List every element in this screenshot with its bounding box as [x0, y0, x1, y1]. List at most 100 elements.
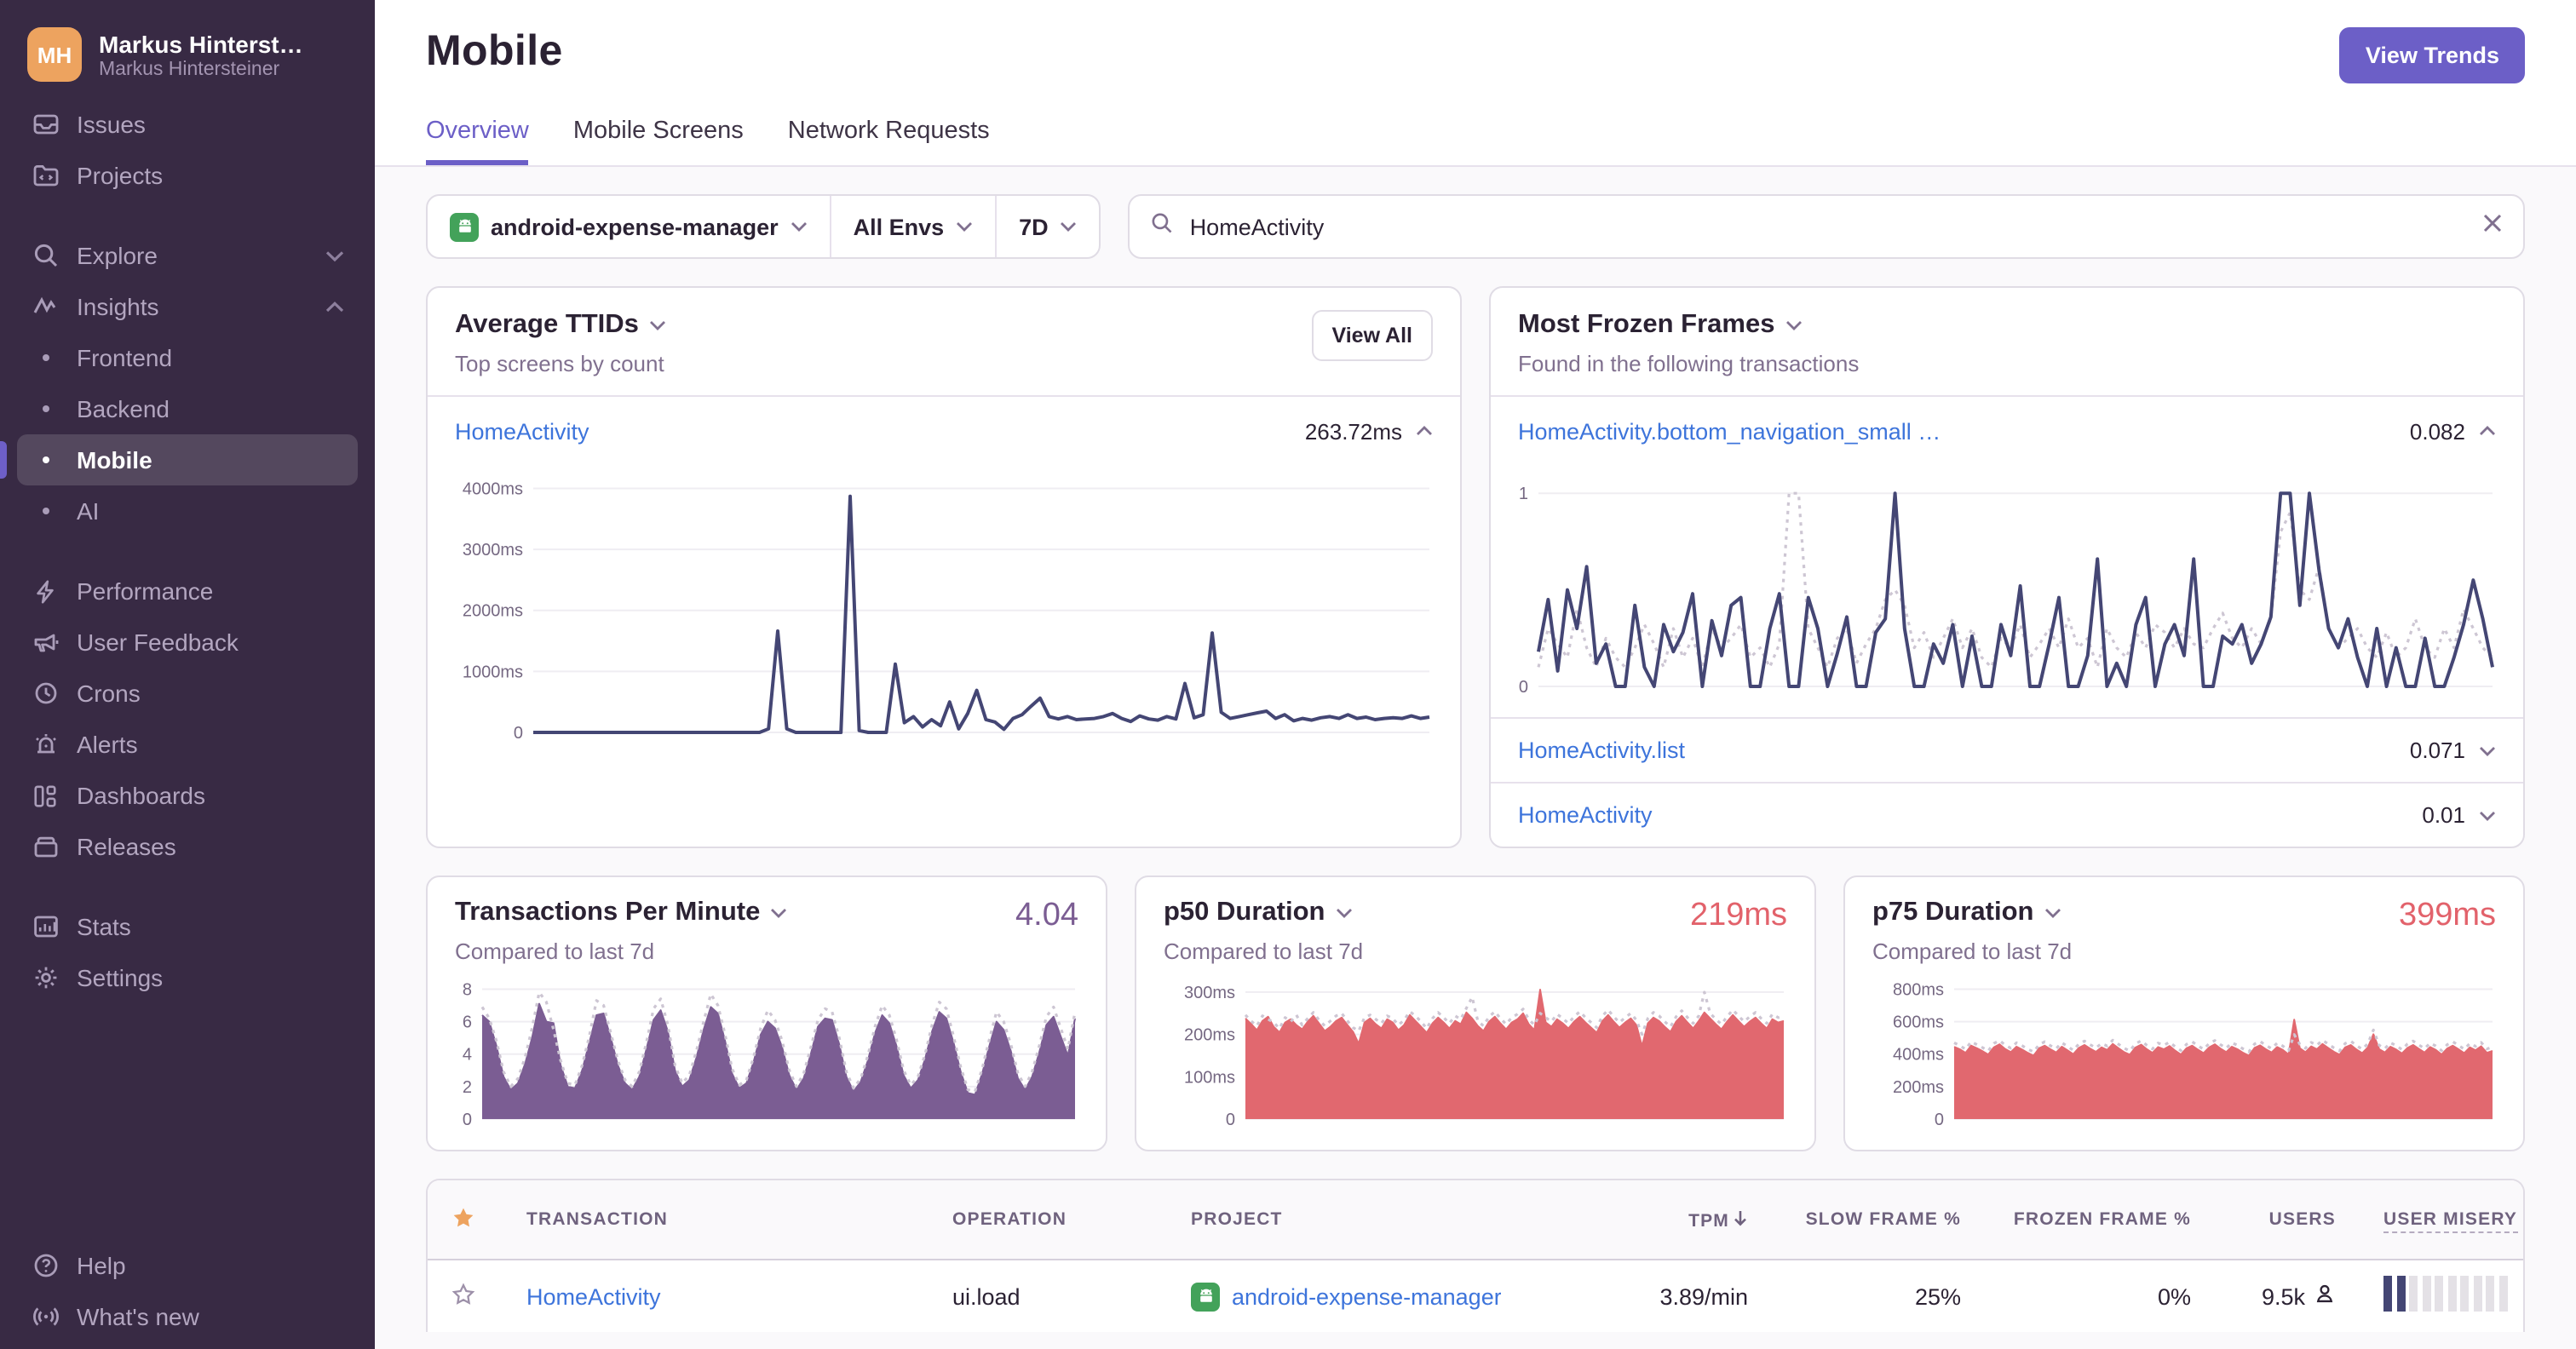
- avg-ttids-title-dropdown[interactable]: Average TTIDs: [455, 310, 666, 341]
- frozen-frames-title-dropdown[interactable]: Most Frozen Frames: [1518, 310, 1859, 341]
- sidebar-item-releases[interactable]: Releases: [17, 821, 358, 872]
- frozen-rate-value: 0.071: [2409, 738, 2465, 763]
- ttid-value: 263.72ms: [1304, 418, 1402, 444]
- search-icon: [1151, 210, 1175, 243]
- user-icon: [2314, 1283, 2336, 1310]
- date-range-filter[interactable]: 7D: [995, 196, 1100, 257]
- svg-text:600ms: 600ms: [1893, 1013, 1944, 1032]
- help-icon: [31, 1251, 60, 1280]
- sidebar-item-label: Settings: [77, 964, 164, 991]
- transaction-link[interactable]: HomeActivity: [526, 1283, 661, 1309]
- sidebar-item-label: Mobile: [77, 446, 152, 474]
- dashboards-grid-icon: [31, 781, 60, 810]
- tpm-value: 4.04: [1015, 898, 1078, 933]
- svg-text:200ms: 200ms: [1893, 1078, 1944, 1097]
- sidebar-item-label: Backend: [77, 395, 170, 422]
- sidebar-item-backend[interactable]: Backend: [17, 383, 358, 434]
- svg-text:300ms: 300ms: [1184, 984, 1235, 1002]
- svg-text:0: 0: [514, 724, 523, 743]
- chevron-down-icon[interactable]: [2479, 745, 2496, 755]
- svg-text:0: 0: [1935, 1111, 1944, 1129]
- chevron-down-icon: [1061, 222, 1077, 232]
- sidebar-item-alerts[interactable]: Alerts: [17, 719, 358, 770]
- frozen-frames-card: Most Frozen Frames Found in the followin…: [1489, 286, 2525, 848]
- chevron-down-icon[interactable]: [2479, 810, 2496, 820]
- svg-text:2000ms: 2000ms: [463, 602, 523, 621]
- project-link[interactable]: android-expense-manager: [1232, 1283, 1502, 1309]
- col-operation[interactable]: OPERATION: [929, 1209, 1167, 1230]
- view-trends-button[interactable]: View Trends: [2339, 27, 2525, 83]
- tab-network-requests[interactable]: Network Requests: [788, 118, 990, 165]
- svg-text:0: 0: [1226, 1111, 1235, 1129]
- siren-icon: [31, 730, 60, 759]
- star-toggle[interactable]: [428, 1282, 503, 1311]
- frozen-accordion-row: HomeActivity 0.01: [1491, 784, 2523, 847]
- sidebar-item-settings[interactable]: Settings: [17, 952, 358, 1003]
- search-input[interactable]: [1189, 214, 2467, 239]
- project-filter[interactable]: android-expense-manager: [428, 196, 830, 257]
- chevron-up-icon[interactable]: [1416, 426, 1433, 436]
- tab-overview[interactable]: Overview: [426, 118, 529, 165]
- frozen-transaction-link[interactable]: HomeActivity.list: [1518, 738, 1685, 763]
- chevron-down-icon: [649, 321, 665, 330]
- sidebar-item-label: What's new: [77, 1303, 199, 1330]
- p75-chart: 0 200ms 400ms 600ms 800ms: [1872, 974, 2496, 1133]
- environment-filter[interactable]: All Envs: [829, 196, 996, 257]
- col-frozen-frame[interactable]: FROZEN FRAME %: [1985, 1209, 2215, 1230]
- sidebar-item-insights[interactable]: Insights: [17, 281, 358, 332]
- col-user-misery[interactable]: USER MISERY: [2360, 1209, 2523, 1233]
- p50-duration-card: p50 Duration Compared to last 7d 219ms 0…: [1135, 875, 1816, 1151]
- sidebar-item-help[interactable]: Help: [17, 1240, 358, 1291]
- sort-desc-arrow-icon: [1733, 1210, 1748, 1231]
- svg-text:1000ms: 1000ms: [463, 663, 523, 681]
- clock-icon: [31, 679, 60, 708]
- col-users[interactable]: USERS: [2215, 1209, 2360, 1230]
- sidebar-item-dashboards[interactable]: Dashboards: [17, 770, 358, 821]
- sidebar-item-issues[interactable]: Issues: [17, 99, 358, 150]
- user-misery-bars: [2383, 1276, 2507, 1312]
- slow-frame-cell: 25%: [1914, 1283, 1961, 1309]
- sidebar-item-explore[interactable]: Explore: [17, 230, 358, 281]
- insights-icon: [31, 292, 60, 321]
- ttid-screen-link[interactable]: HomeActivity: [455, 418, 589, 444]
- broadcast-icon: [31, 1302, 60, 1331]
- sidebar-item-user-feedback[interactable]: User Feedback: [17, 617, 358, 668]
- sidebar-item-ai[interactable]: AI: [17, 485, 358, 537]
- sidebar-item-projects[interactable]: Projects: [17, 150, 358, 201]
- sidebar-item-label: Releases: [77, 833, 176, 860]
- view-all-button[interactable]: View All: [1311, 310, 1433, 361]
- chevron-up-icon[interactable]: [2479, 426, 2496, 436]
- clear-search-icon[interactable]: [2482, 211, 2503, 242]
- sidebar-item-label: Explore: [77, 242, 158, 269]
- releases-archive-icon: [31, 832, 60, 861]
- sidebar-item-label: Insights: [77, 293, 159, 320]
- performance-lightning-icon: [31, 577, 60, 606]
- bullet-icon: [43, 405, 49, 412]
- projects-icon: [31, 161, 60, 190]
- svg-text:6: 6: [463, 1013, 472, 1032]
- sidebar-item-crons[interactable]: Crons: [17, 668, 358, 719]
- tab-mobile-screens[interactable]: Mobile Screens: [573, 118, 744, 165]
- frozen-transaction-link[interactable]: HomeActivity.bottom_navigation_small …: [1518, 418, 1941, 444]
- frozen-transaction-link[interactable]: HomeActivity: [1518, 802, 1653, 828]
- issues-icon: [31, 110, 60, 139]
- sidebar-item-mobile[interactable]: Mobile: [0, 434, 358, 485]
- p75-title-dropdown[interactable]: p75 Duration: [1872, 898, 2072, 928]
- org-user-switcher[interactable]: MH Markus Hinterst… Markus Hintersteiner: [17, 20, 358, 99]
- sidebar-item-performance[interactable]: Performance: [17, 565, 358, 617]
- col-slow-frame[interactable]: SLOW FRAME %: [1772, 1209, 1985, 1230]
- android-platform-icon: [450, 212, 479, 241]
- col-transaction[interactable]: TRANSACTION: [503, 1209, 929, 1230]
- col-tpm-sorted[interactable]: TPM: [1593, 1208, 1772, 1231]
- sidebar-item-frontend[interactable]: Frontend: [17, 332, 358, 383]
- sidebar-item-whats-new[interactable]: What's new: [17, 1291, 358, 1342]
- tpm-title-dropdown[interactable]: Transactions Per Minute: [455, 898, 787, 928]
- svg-text:100ms: 100ms: [1184, 1068, 1235, 1087]
- table-row: HomeActivity ui.load android-expense-man…: [428, 1260, 2523, 1332]
- chevron-down-icon: [1336, 909, 1352, 918]
- frozen-frame-cell: 0%: [2157, 1283, 2191, 1309]
- svg-text:2: 2: [463, 1078, 472, 1097]
- col-project[interactable]: PROJECT: [1167, 1209, 1593, 1230]
- sidebar-item-stats[interactable]: Stats: [17, 901, 358, 952]
- p50-title-dropdown[interactable]: p50 Duration: [1164, 898, 1363, 928]
